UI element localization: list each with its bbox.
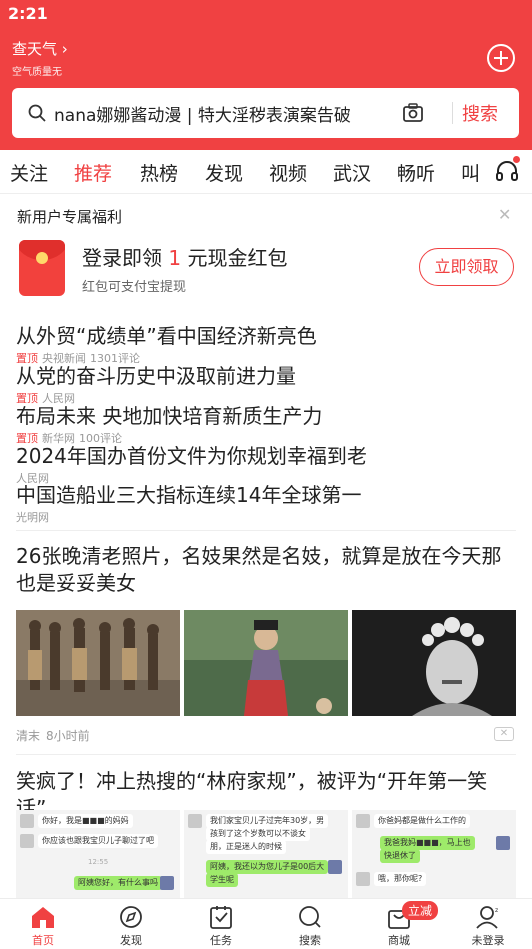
avatar [356, 814, 370, 828]
avatar [20, 814, 34, 828]
chat-message: 我爸我妈■■■，马上也 [380, 836, 475, 850]
user-icon: z [475, 905, 501, 929]
channel-tabs: 关注 推荐 热榜 发现 视频 武汉 畅听 叫 [0, 150, 532, 194]
chat-screenshot[interactable]: 我们家宝贝儿子过完年30岁，男 孩到了这个岁数可以不谈女 朋，正是迷人的时候 阿… [184, 810, 348, 898]
nav-label: 未登录 [471, 934, 505, 947]
avatar [356, 872, 370, 886]
chat-message: 学生呢 [206, 873, 238, 887]
bottom-nav: 首页 发现 任务 搜索 商城 z 未登录 [0, 898, 532, 949]
compass-icon [118, 905, 144, 929]
claim-button[interactable]: 立即领取 [419, 248, 514, 286]
news-title: 布局未来 央地加快培育新质生产力 [16, 404, 323, 428]
article-images[interactable] [16, 610, 516, 716]
avatar [328, 860, 342, 874]
news-item[interactable]: 中国造船业三大指标连续14年全球第一 光明网 [16, 479, 361, 525]
search-button[interactable]: 搜索 [462, 100, 498, 126]
chat-message: 朋，正是迷人的时候 [206, 840, 286, 854]
camera-icon[interactable] [402, 102, 424, 128]
chat-screenshot[interactable]: 你爸妈都是做什么工作的 我爸我妈■■■，马上也 快退休了 哦，那你呢? [352, 810, 516, 898]
dislike-close-icon[interactable]: ✕ [494, 727, 514, 741]
divider [16, 530, 516, 531]
tab-more[interactable]: 叫 [461, 159, 480, 186]
add-button[interactable] [487, 44, 515, 72]
nav-search[interactable]: 搜索 [270, 905, 350, 948]
nav-discover[interactable]: 发现 [91, 905, 171, 948]
top-header: 2:21 查天气 › 空气质量无 nana娜娜酱动漫 | 特大淫秽表演案告破 搜… [0, 0, 532, 150]
chat-message: 你好，我是■■■的妈妈 [38, 814, 133, 828]
nav-home[interactable]: 首页 [3, 905, 83, 948]
chat-message: 你爸妈都是做什么工作的 [374, 814, 470, 828]
nav-label: 任务 [210, 934, 232, 947]
photo-thumbnail[interactable] [16, 610, 180, 716]
search-query[interactable]: nana娜娜酱动漫 | 特大淫秽表演案告破 [54, 101, 374, 126]
task-icon [208, 905, 234, 929]
avatar [188, 814, 202, 828]
nav-tasks[interactable]: 任务 [181, 905, 261, 948]
tab-follow[interactable]: 关注 [10, 159, 48, 186]
tab-discover[interactable]: 发现 [205, 159, 243, 186]
photo-thumbnail[interactable] [352, 610, 516, 716]
chat-message: 我们家宝贝儿子过完年30岁，男 [206, 814, 329, 828]
welfare-headline: 登录即领 1 元现金红包 [82, 242, 287, 271]
welfare-title: 新用户专属福利 [17, 208, 123, 226]
chat-message: 阿姨，我还以为您儿子是00后大 [206, 860, 329, 874]
tab-hot[interactable]: 热榜 [140, 159, 178, 186]
welfare-subtitle: 红包可支付宝提现 [82, 280, 187, 295]
divider [16, 754, 516, 755]
notification-dot [513, 156, 520, 163]
weather-title: 查天气 [12, 40, 58, 58]
chat-message: 哦，那你呢? [374, 872, 427, 886]
weather-widget[interactable]: 查天气 › 空气质量无 [12, 38, 68, 78]
close-icon[interactable]: ✕ [498, 205, 511, 224]
article-time: 8小时前 [46, 729, 90, 743]
article-title[interactable]: 26张晚清老照片，名妓果然是名妓，就算是放在今天那也是妥妥美女 [16, 543, 516, 597]
avatar [496, 836, 510, 850]
article-source: 清末 [16, 729, 41, 743]
search-bar[interactable]: nana娜娜酱动漫 | 特大淫秽表演案告破 搜索 [12, 88, 519, 138]
chevron-right-icon: › [61, 40, 68, 58]
search-icon [28, 104, 46, 122]
article-images[interactable]: 你好，我是■■■的妈妈 你应该也跟我宝贝儿子聊过了吧 12:55 阿姨您好，有什… [16, 810, 516, 898]
avatar [160, 876, 174, 890]
news-source: 光明网 [16, 511, 49, 524]
nav-label: 商城 [388, 934, 410, 947]
welfare-suffix: 元现金红包 [187, 246, 288, 270]
search-divider [452, 102, 453, 124]
status-time: 2:21 [8, 4, 48, 23]
nav-label: 搜索 [299, 934, 321, 947]
tab-recommend[interactable]: 推荐 [74, 159, 112, 186]
news-title: 中国造船业三大指标连续14年全球第一 [16, 483, 362, 507]
tab-wuhan[interactable]: 武汉 [333, 159, 371, 186]
welfare-prefix: 登录即领 [82, 246, 162, 270]
mall-badge: 立减 [402, 901, 439, 920]
chat-message: 你应该也跟我宝贝儿子聊过了吧 [38, 834, 158, 848]
search-icon [297, 905, 323, 929]
nav-label: 首页 [32, 934, 54, 947]
chat-time: 12:55 [88, 858, 109, 866]
chat-message: 阿姨您好，有什么事吗 [74, 876, 162, 890]
chat-message: 快退休了 [380, 849, 420, 863]
red-envelope-icon [19, 240, 65, 296]
photo-thumbnail[interactable] [184, 610, 348, 716]
news-title: 从外贸“成绩单”看中国经济新亮色 [16, 324, 317, 348]
avatar [20, 834, 34, 848]
chat-screenshot[interactable]: 你好，我是■■■的妈妈 你应该也跟我宝贝儿子聊过了吧 12:55 阿姨您好，有什… [16, 810, 180, 898]
chat-message: 孩到了这个岁数可以不谈女 [206, 827, 310, 841]
tab-listen[interactable]: 畅听 [397, 159, 435, 186]
news-title: 2024年国办首份文件为你规划幸福到老 [16, 444, 367, 468]
welfare-amount: 1 [168, 246, 182, 270]
svg-text:z: z [495, 907, 498, 914]
article-meta: 清末 8小时前 [16, 727, 96, 744]
tab-video[interactable]: 视频 [269, 159, 307, 186]
nav-profile[interactable]: z 未登录 [448, 905, 528, 948]
air-quality: 空气质量无 [12, 67, 62, 78]
nav-label: 发现 [120, 934, 142, 947]
news-title: 从党的奋斗历史中汲取前进力量 [16, 364, 296, 388]
home-icon [30, 905, 56, 929]
